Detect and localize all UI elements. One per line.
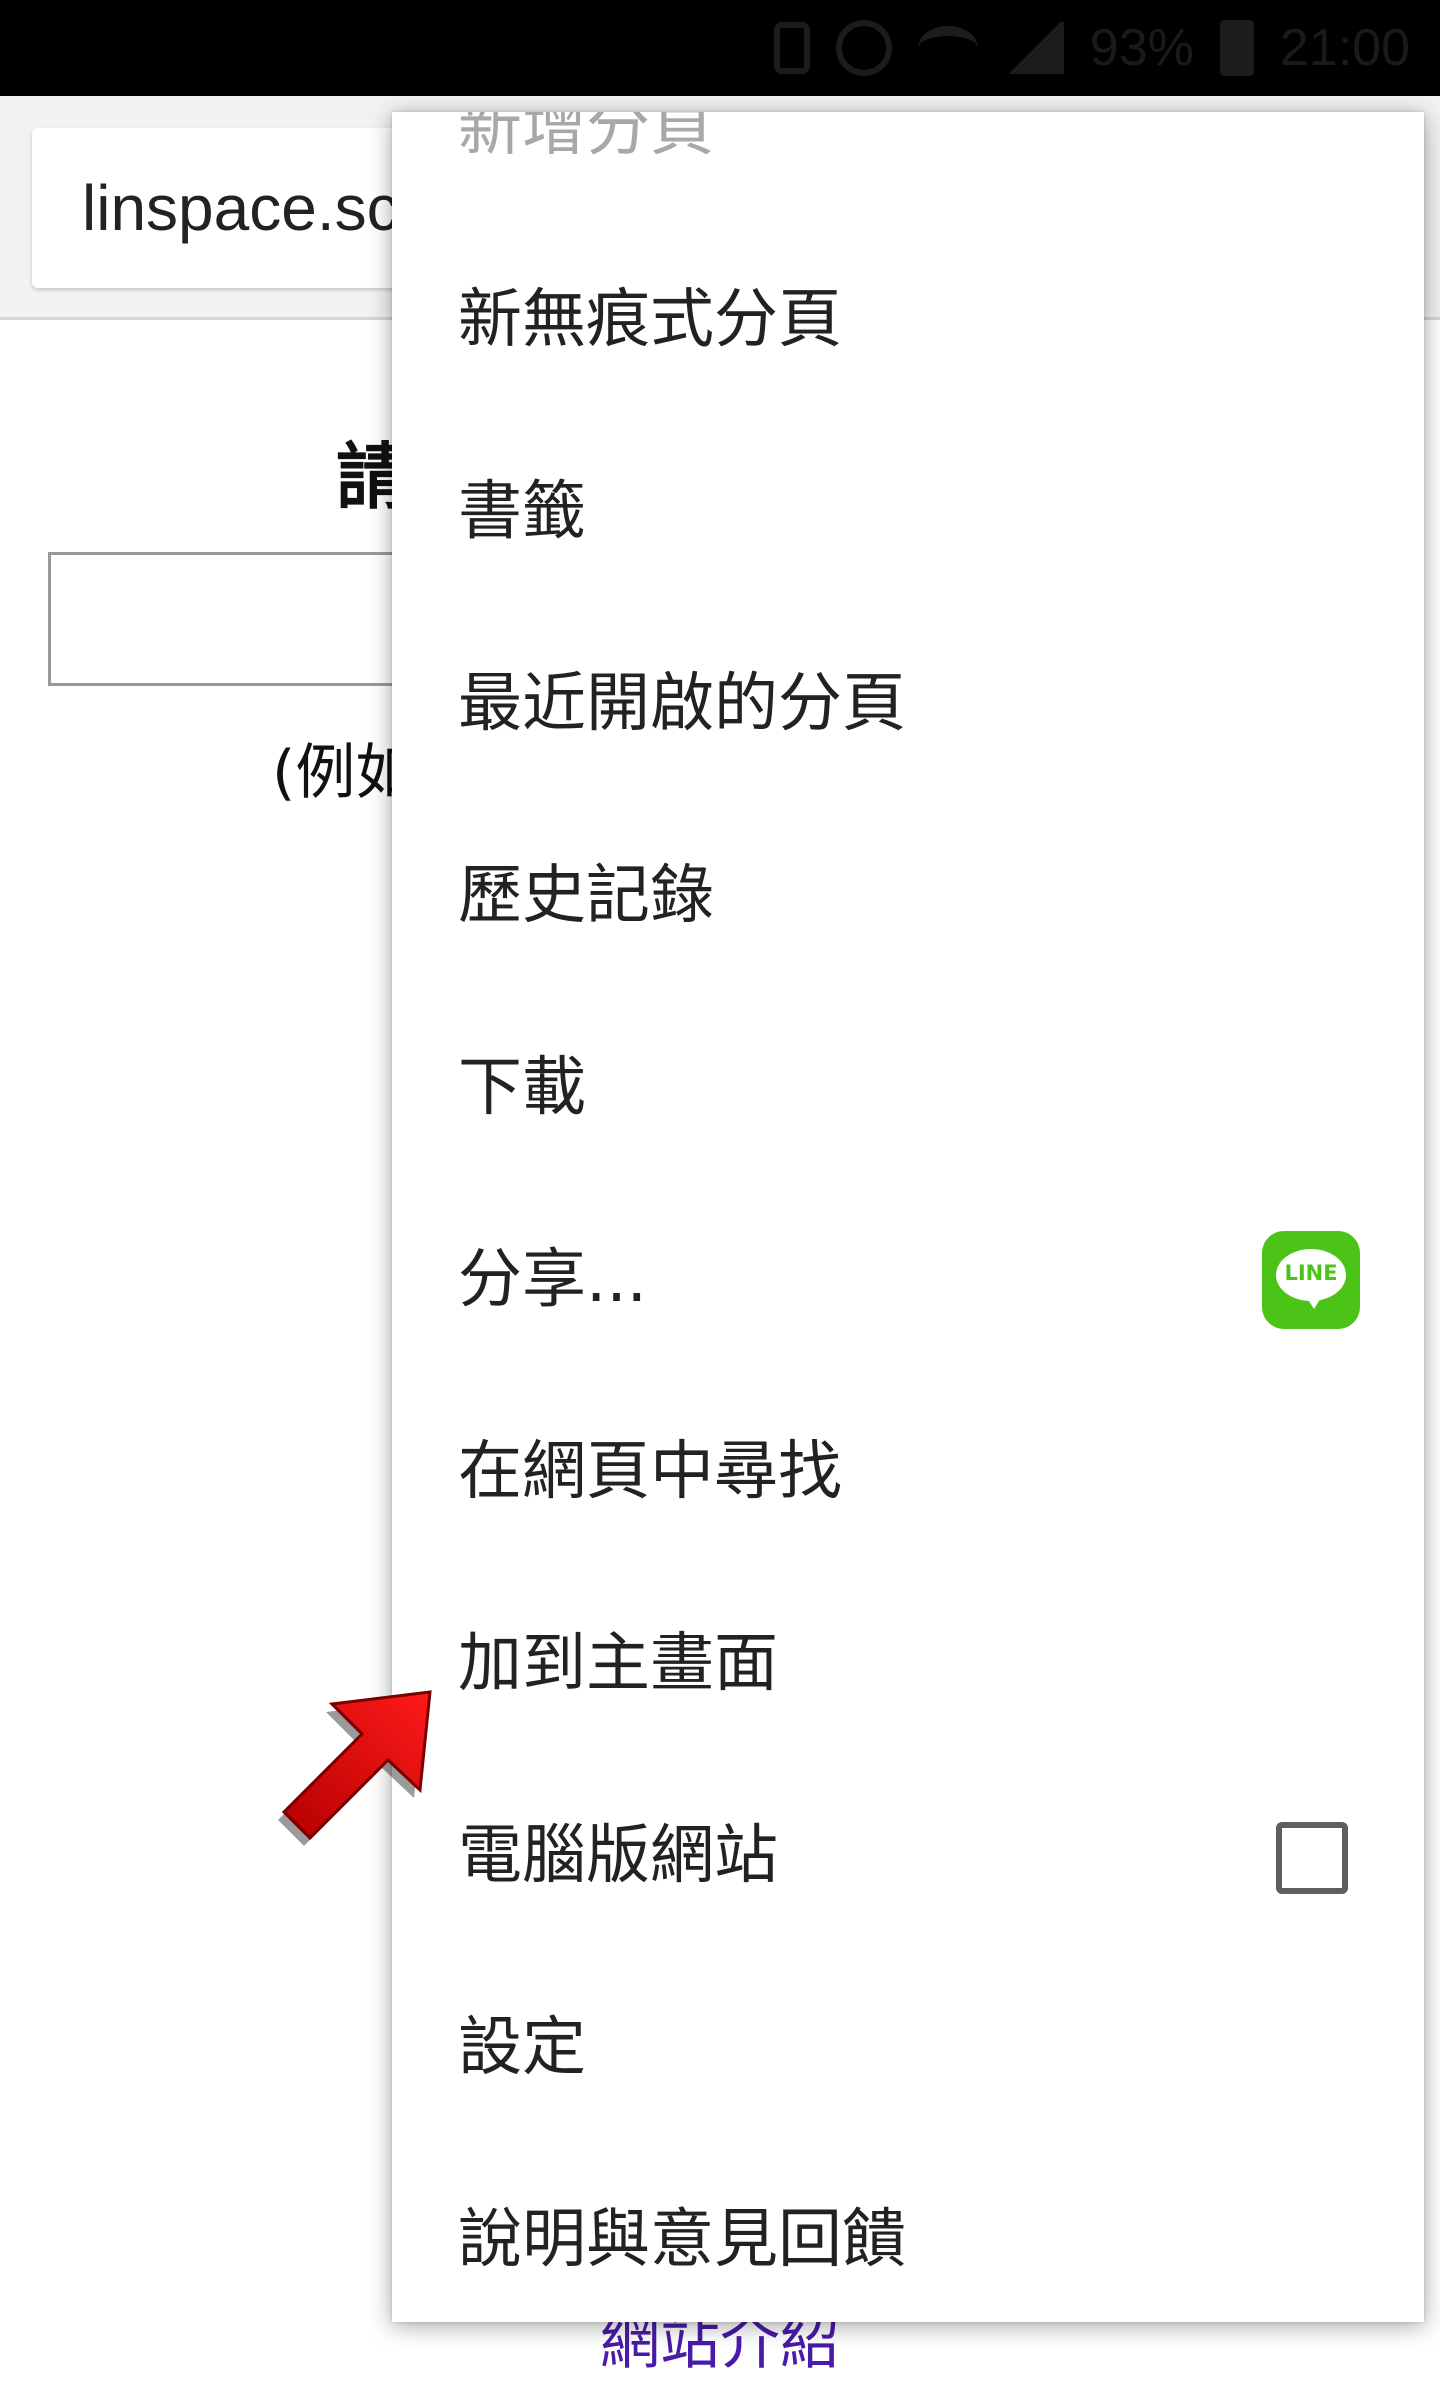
menu-item-add-to-home-screen[interactable]: 加到主畫面 bbox=[392, 1568, 1424, 1760]
menu-item-bookmarks[interactable]: 書籤 bbox=[392, 416, 1424, 608]
menu-item-label: 分享... bbox=[458, 1243, 648, 1317]
line-icon-text: LINE bbox=[1284, 1261, 1338, 1285]
menu-item-share[interactable]: 分享... LINE bbox=[392, 1184, 1424, 1376]
menu-item-label: 新無痕式分頁 bbox=[458, 283, 842, 357]
menu-item-label: 說明與意見回饋 bbox=[458, 2203, 906, 2277]
status-icons: 93% 21:00 bbox=[773, 19, 1410, 77]
status-bar: 93% 21:00 bbox=[0, 0, 1440, 96]
menu-item-label: 書籤 bbox=[458, 475, 586, 549]
menu-item-history[interactable]: 歷史記錄 bbox=[392, 800, 1424, 992]
alarm-icon bbox=[835, 20, 892, 76]
menu-item-new-incognito-tab[interactable]: 新無痕式分頁 bbox=[392, 224, 1424, 416]
menu-item-label: 電腦版網站 bbox=[458, 1819, 778, 1893]
browser-overflow-menu: 新增分頁 新無痕式分頁 書籤 最近開啟的分頁 歷史記錄 下載 分享... LIN… bbox=[392, 112, 1424, 2322]
vibrate-icon bbox=[773, 22, 810, 74]
menu-item-help-feedback[interactable]: 說明與意見回饋 bbox=[392, 2144, 1424, 2322]
menu-item-label: 最近開啟的分頁 bbox=[458, 667, 906, 741]
url-text[interactable]: linspace.sc bbox=[82, 128, 399, 288]
menu-item-label: 新增分頁 bbox=[458, 112, 714, 165]
battery-percent: 93% bbox=[1089, 19, 1194, 77]
menu-item-new-tab[interactable]: 新增分頁 bbox=[392, 112, 1424, 224]
line-app-icon[interactable]: LINE bbox=[1262, 1231, 1360, 1329]
menu-item-find-in-page[interactable]: 在網頁中尋找 bbox=[392, 1376, 1424, 1568]
menu-item-label: 下載 bbox=[458, 1051, 586, 1125]
menu-item-label: 加到主畫面 bbox=[458, 1627, 778, 1701]
signal-icon bbox=[1003, 22, 1064, 74]
clock: 21:00 bbox=[1279, 19, 1410, 77]
red-arrow-icon bbox=[278, 1690, 432, 1846]
menu-item-label: 在網頁中尋找 bbox=[458, 1435, 842, 1509]
menu-item-downloads[interactable]: 下載 bbox=[392, 992, 1424, 1184]
menu-item-settings[interactable]: 設定 bbox=[392, 1952, 1424, 2144]
wifi-icon bbox=[917, 26, 978, 70]
menu-item-label: 歷史記錄 bbox=[458, 859, 714, 933]
menu-item-label: 設定 bbox=[458, 2011, 586, 2085]
menu-item-recent-tabs[interactable]: 最近開啟的分頁 bbox=[392, 608, 1424, 800]
desktop-site-checkbox[interactable] bbox=[1276, 1822, 1348, 1894]
menu-item-desktop-site[interactable]: 電腦版網站 bbox=[392, 1760, 1424, 1952]
battery-icon bbox=[1219, 20, 1254, 76]
